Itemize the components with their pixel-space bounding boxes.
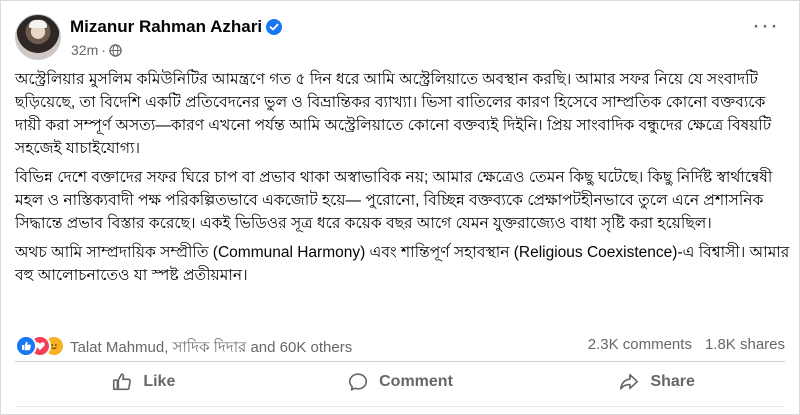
divider (15, 406, 785, 407)
avatar[interactable] (15, 14, 61, 60)
post-meta: 32m · (71, 42, 122, 60)
shares-count[interactable]: 1.8K shares (705, 336, 785, 353)
share-label: Share (650, 373, 695, 390)
divider (15, 361, 785, 362)
comment-label: Comment (379, 373, 453, 390)
avatar-cap (29, 20, 47, 28)
meta-separator: · (101, 42, 106, 58)
globe-icon[interactable] (109, 44, 122, 60)
comment-bubble-icon (349, 373, 368, 391)
post-card: Mizanur Rahman Azhari 32m · ··· অস্ট্রেলি… (0, 0, 800, 415)
post-paragraph: অথচ আমি সাম্প্রদায়িক সম্প্রীতি (Communa… (15, 244, 790, 284)
comments-count[interactable]: 2.3K comments (588, 336, 692, 353)
post-paragraph: বিভিন্ন দেশে বক্তাদের সফর ঘিরে চাপ বা প্… (15, 169, 773, 232)
like-label: Like (143, 373, 176, 390)
more-icon[interactable]: ··· (752, 14, 779, 38)
verified-badge-icon (266, 19, 283, 35)
share-button[interactable]: Share (528, 363, 785, 401)
engagement-stats: 2.3K comments 1.8K shares (588, 336, 785, 353)
author-name[interactable]: Mizanur Rahman Azhari (70, 17, 283, 37)
post-paragraph: অস্ট্রেলিয়ার মুসলিম কমিউনিটির আমন্ত্রণে… (15, 71, 772, 157)
like-reaction-icon (15, 335, 37, 357)
reaction-names[interactable]: Talat Mahmud, সাদিক দিদার and 60K others (70, 336, 352, 361)
comment-button[interactable]: Comment (272, 363, 529, 401)
author-name-text[interactable]: Mizanur Rahman Azhari (70, 17, 262, 36)
thumbs-up-icon (113, 373, 132, 391)
like-button[interactable]: Like (15, 363, 272, 401)
share-arrow-icon (620, 373, 639, 390)
post-body: অস্ট্রেলিয়ার মুসলিম কমিউনিটির আমন্ত্রণে… (15, 68, 791, 293)
reactions-bar: Talat Mahmud, সাদিক দিদার and 60K others… (15, 335, 785, 359)
post-time[interactable]: 32m (71, 42, 98, 58)
reaction-icons[interactable] (15, 335, 67, 357)
action-bar: Like Comment Share (15, 363, 785, 401)
